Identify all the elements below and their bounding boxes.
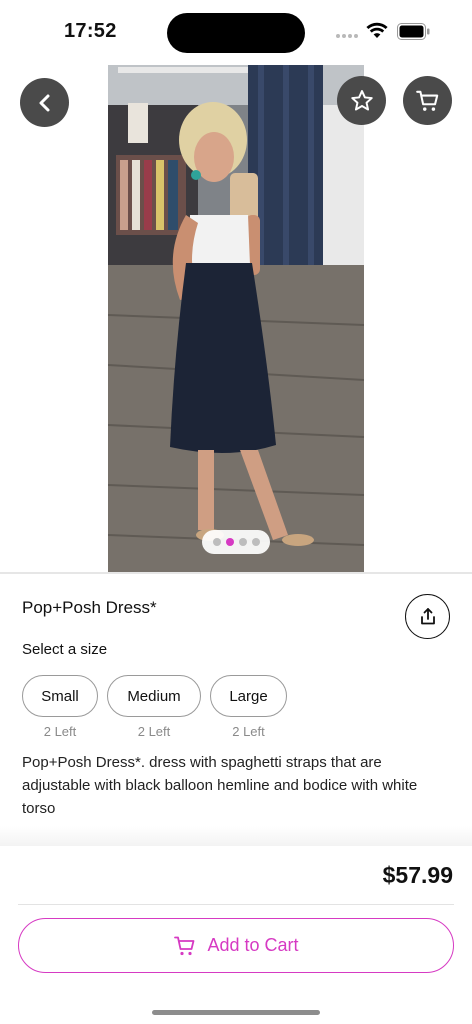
stock-note-large: 2 Left — [232, 724, 265, 739]
stock-note-medium: 2 Left — [137, 724, 171, 739]
wifi-icon — [366, 22, 388, 38]
add-to-cart-label: Add to Cart — [207, 935, 299, 955]
carousel-dot-active[interactable] — [225, 538, 234, 546]
size-option-medium[interactable]: Medium — [107, 675, 201, 717]
cellular-signal-icon — [336, 34, 358, 40]
cart-button[interactable] — [403, 76, 452, 125]
size-prompt: Select a size — [22, 641, 108, 658]
home-indicator[interactable] — [152, 1010, 320, 1015]
favorite-button[interactable] — [337, 76, 386, 125]
section-divider — [0, 572, 472, 574]
chevron-left-icon — [39, 94, 49, 111]
dynamic-island — [167, 13, 305, 53]
status-bar: 17:52 — [0, 0, 472, 62]
carousel-dot[interactable] — [251, 538, 260, 546]
back-button[interactable] — [20, 78, 69, 127]
add-to-cart-button[interactable]: Add to Cart — [18, 918, 454, 973]
cart-icon — [174, 936, 195, 955]
product-price: $57.99 — [382, 862, 453, 888]
product-photo[interactable] — [108, 65, 364, 572]
stock-note-small: 2 Left — [43, 724, 77, 739]
product-title: Pop+Posh Dress* — [22, 598, 157, 617]
size-option-small[interactable]: Small — [22, 675, 98, 717]
cart-icon — [415, 90, 438, 111]
size-option-large[interactable]: Large — [210, 675, 287, 717]
product-gallery[interactable] — [0, 62, 472, 572]
carousel-pagination[interactable] — [202, 530, 270, 554]
product-description: Pop+Posh Dress*. dress with spaghetti st… — [22, 754, 418, 817]
price-divider — [18, 904, 454, 905]
battery-icon — [397, 23, 430, 40]
share-button[interactable] — [405, 594, 450, 639]
section-separator — [0, 826, 472, 846]
carousel-dot[interactable] — [212, 538, 221, 546]
carousel-dot[interactable] — [238, 538, 247, 546]
status-time: 17:52 — [64, 20, 117, 42]
share-icon — [420, 607, 435, 624]
star-outline-icon — [350, 89, 373, 111]
purchase-bar: $57.99 Add to Cart — [0, 846, 472, 1024]
